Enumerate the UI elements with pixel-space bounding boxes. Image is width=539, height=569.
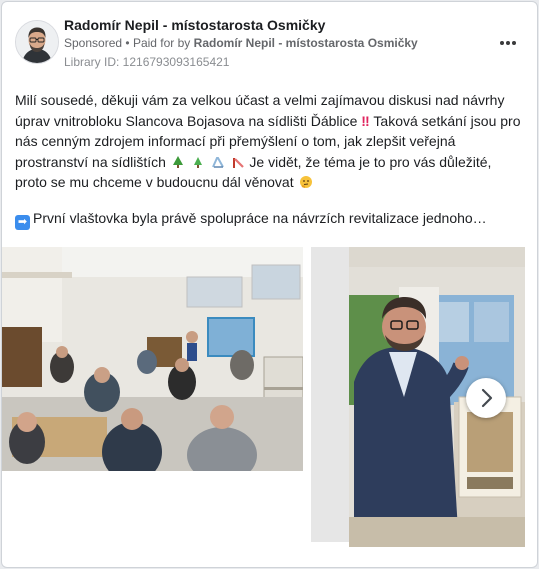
profile-photo <box>16 21 58 63</box>
carousel-gap <box>311 247 349 542</box>
avatar[interactable] <box>15 20 59 64</box>
sponsored-label: Sponsored <box>64 36 123 50</box>
paid-for-name: Radomír Nepil - místostarosta Osmičky <box>193 36 418 50</box>
truncated-text-line[interactable]: ➡ První vlaštovka byla právě spolupráce n… <box>15 210 527 230</box>
paid-for-prefix: Paid for by <box>132 36 191 50</box>
more-options-button[interactable] <box>496 32 520 52</box>
page-name-link[interactable]: Radomír Nepil - místostarosta Osmičky <box>64 17 325 33</box>
tree-emoji <box>170 154 210 170</box>
truncated-text: První vlaštovka byla právě spolupráce na… <box>33 210 487 226</box>
chevron-right-icon <box>481 388 493 408</box>
playground-slide-emoji <box>210 154 250 170</box>
carousel-photo-meeting[interactable] <box>2 247 303 471</box>
photo-carousel[interactable] <box>2 247 537 547</box>
exclamation-emoji: ‼ <box>361 112 370 129</box>
post-paragraph: Milí sousedé, děkuji vám za velkou účast… <box>15 90 527 193</box>
thinking-face-emoji <box>298 174 314 190</box>
library-id: Library ID: 1216793093165421 <box>64 55 230 69</box>
post-body: Milí sousedé, děkuji vám za velkou účast… <box>15 90 527 193</box>
sponsored-meta: Sponsored • Paid for by Radomír Nepil - … <box>64 36 418 50</box>
right-arrow-emoji: ➡ <box>15 215 30 230</box>
carousel-next-button[interactable] <box>466 378 506 418</box>
meeting-photo <box>2 247 303 471</box>
separator-dot: • <box>125 36 133 50</box>
sponsored-post-card: Radomír Nepil - místostarosta Osmičky Sp… <box>1 1 538 568</box>
